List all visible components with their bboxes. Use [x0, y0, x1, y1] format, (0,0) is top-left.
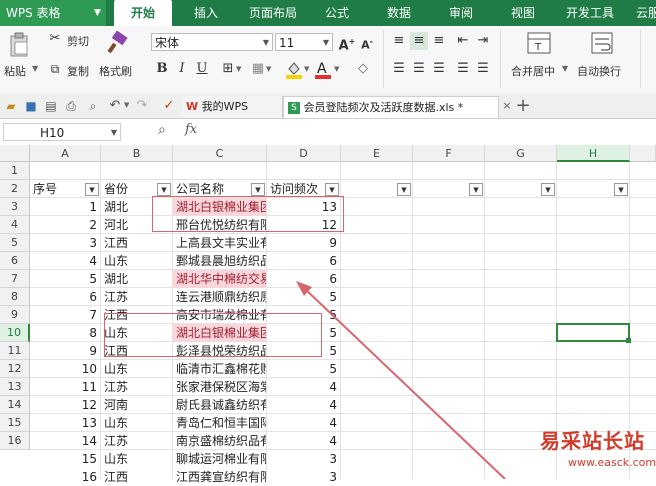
- annotation-arrow: [296, 281, 506, 479]
- watermark-url: www.easck.com: [568, 456, 656, 469]
- watermark-logo: 易采站长站: [540, 429, 645, 453]
